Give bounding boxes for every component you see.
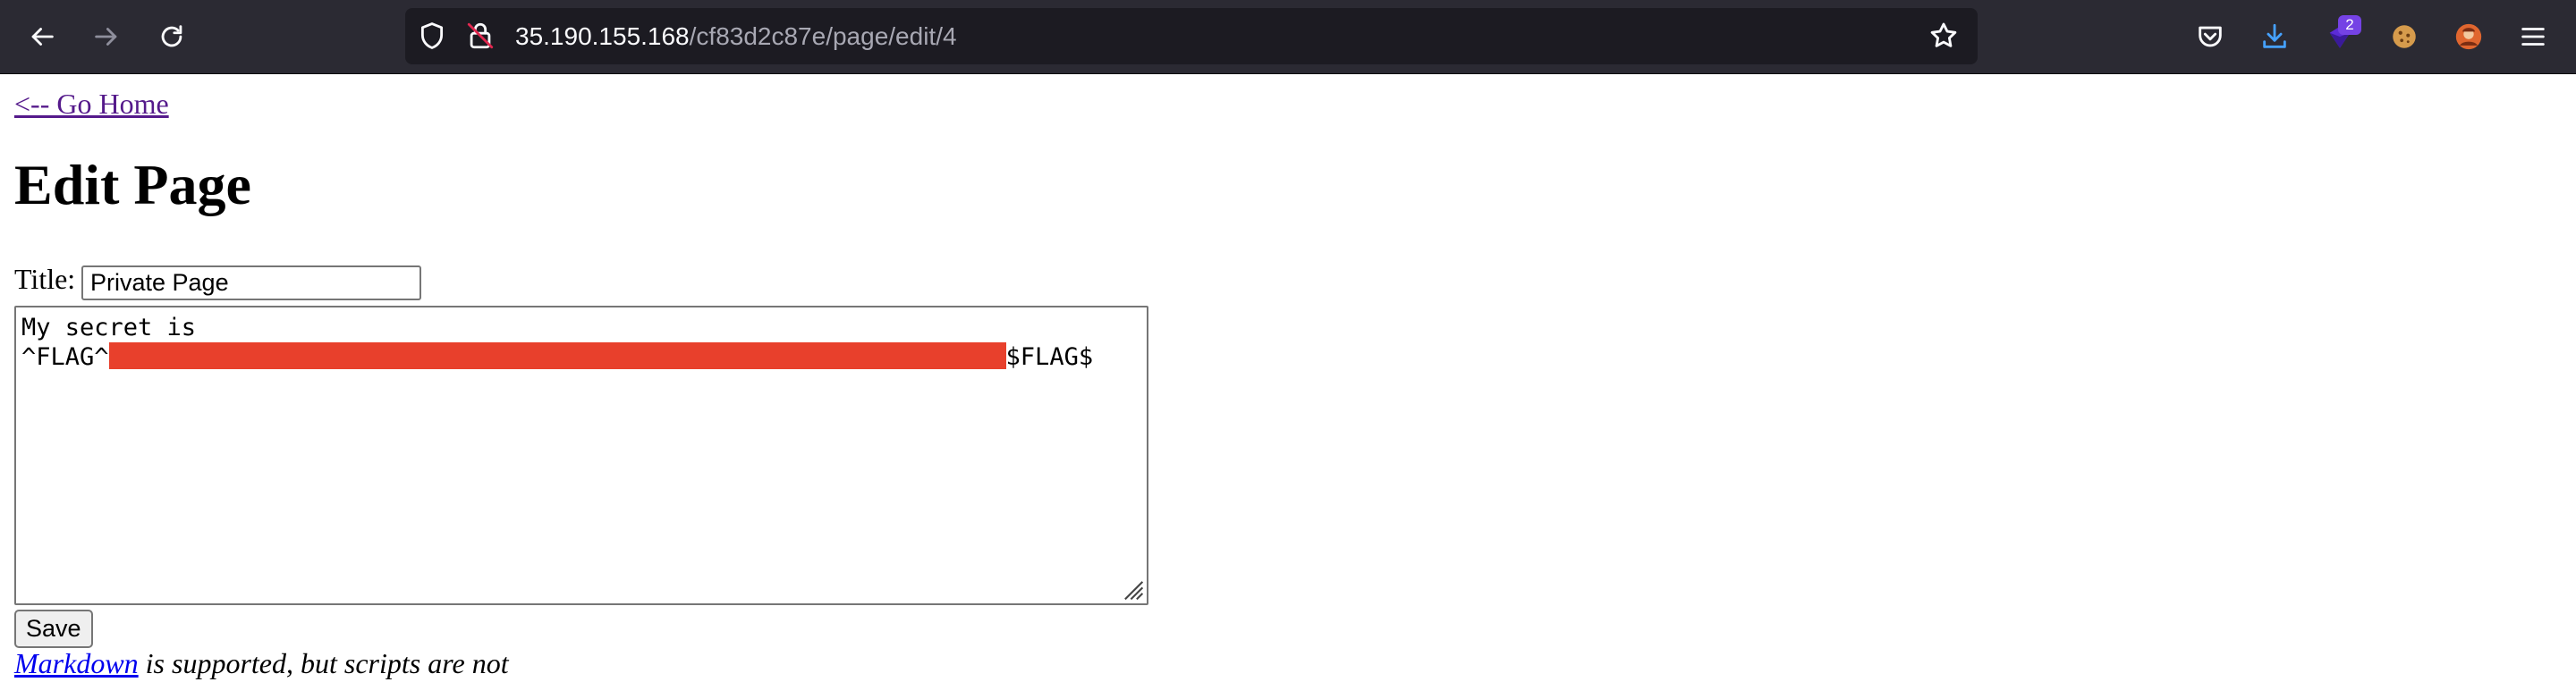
extension-button[interactable]: 2	[2317, 13, 2363, 60]
avatar-icon	[2455, 23, 2482, 50]
back-arrow-icon	[31, 28, 54, 46]
flag-prefix: ^FLAG^	[21, 343, 109, 371]
page-title: Edit Page	[14, 153, 251, 216]
flag-suffix: $FLAG$	[1005, 343, 1094, 371]
forward-button[interactable]	[83, 13, 130, 60]
body-line-1: My secret is	[21, 314, 197, 341]
resize-grip-icon[interactable]	[1121, 577, 1144, 601]
markdown-note-text: is supported, but scripts are not	[138, 647, 509, 679]
page-body-textarea[interactable]: My secret is ^FLAG^ $FLAG$	[14, 306, 1148, 605]
url-path: /cf83d2c87e/page/edit/4	[689, 22, 957, 50]
title-input[interactable]	[81, 265, 421, 300]
extension-badge: 2	[2338, 15, 2361, 35]
body-line-2: ^FLAG^ $FLAG$	[21, 342, 1141, 371]
hamburger-menu-icon	[2521, 28, 2545, 46]
shield-icon[interactable]	[417, 21, 447, 51]
profile-button[interactable]	[2445, 13, 2492, 60]
address-bar[interactable]: 35.190.155.168/cf83d2c87e/page/edit/4	[405, 8, 1978, 64]
back-button[interactable]	[19, 13, 65, 60]
downloads-button[interactable]	[2251, 13, 2298, 60]
star-icon[interactable]	[1928, 21, 1959, 51]
insecure-lock-icon[interactable]	[465, 21, 496, 51]
browser-toolbar: 35.190.155.168/cf83d2c87e/page/edit/4 2	[0, 0, 2576, 74]
cookie-icon	[2393, 25, 2416, 48]
save-button[interactable]: Save	[14, 610, 93, 648]
app-menu-button[interactable]	[2510, 13, 2556, 60]
markdown-note: Markdown is supported, but scripts are n…	[14, 647, 509, 680]
title-label: Title:	[14, 263, 76, 295]
url-text[interactable]: 35.190.155.168/cf83d2c87e/page/edit/4	[515, 8, 957, 64]
reload-button[interactable]	[148, 13, 195, 60]
pocket-icon	[2199, 26, 2222, 47]
markdown-link[interactable]: Markdown	[14, 647, 139, 679]
download-icon	[2263, 23, 2286, 48]
forward-arrow-icon	[95, 28, 117, 46]
url-host: 35.190.155.168	[515, 22, 690, 50]
go-home-link[interactable]: <-- Go Home	[14, 88, 169, 121]
redaction-bar	[108, 342, 1006, 369]
reload-icon	[161, 25, 182, 47]
cookie-button[interactable]	[2381, 13, 2428, 60]
pocket-button[interactable]	[2187, 13, 2233, 60]
